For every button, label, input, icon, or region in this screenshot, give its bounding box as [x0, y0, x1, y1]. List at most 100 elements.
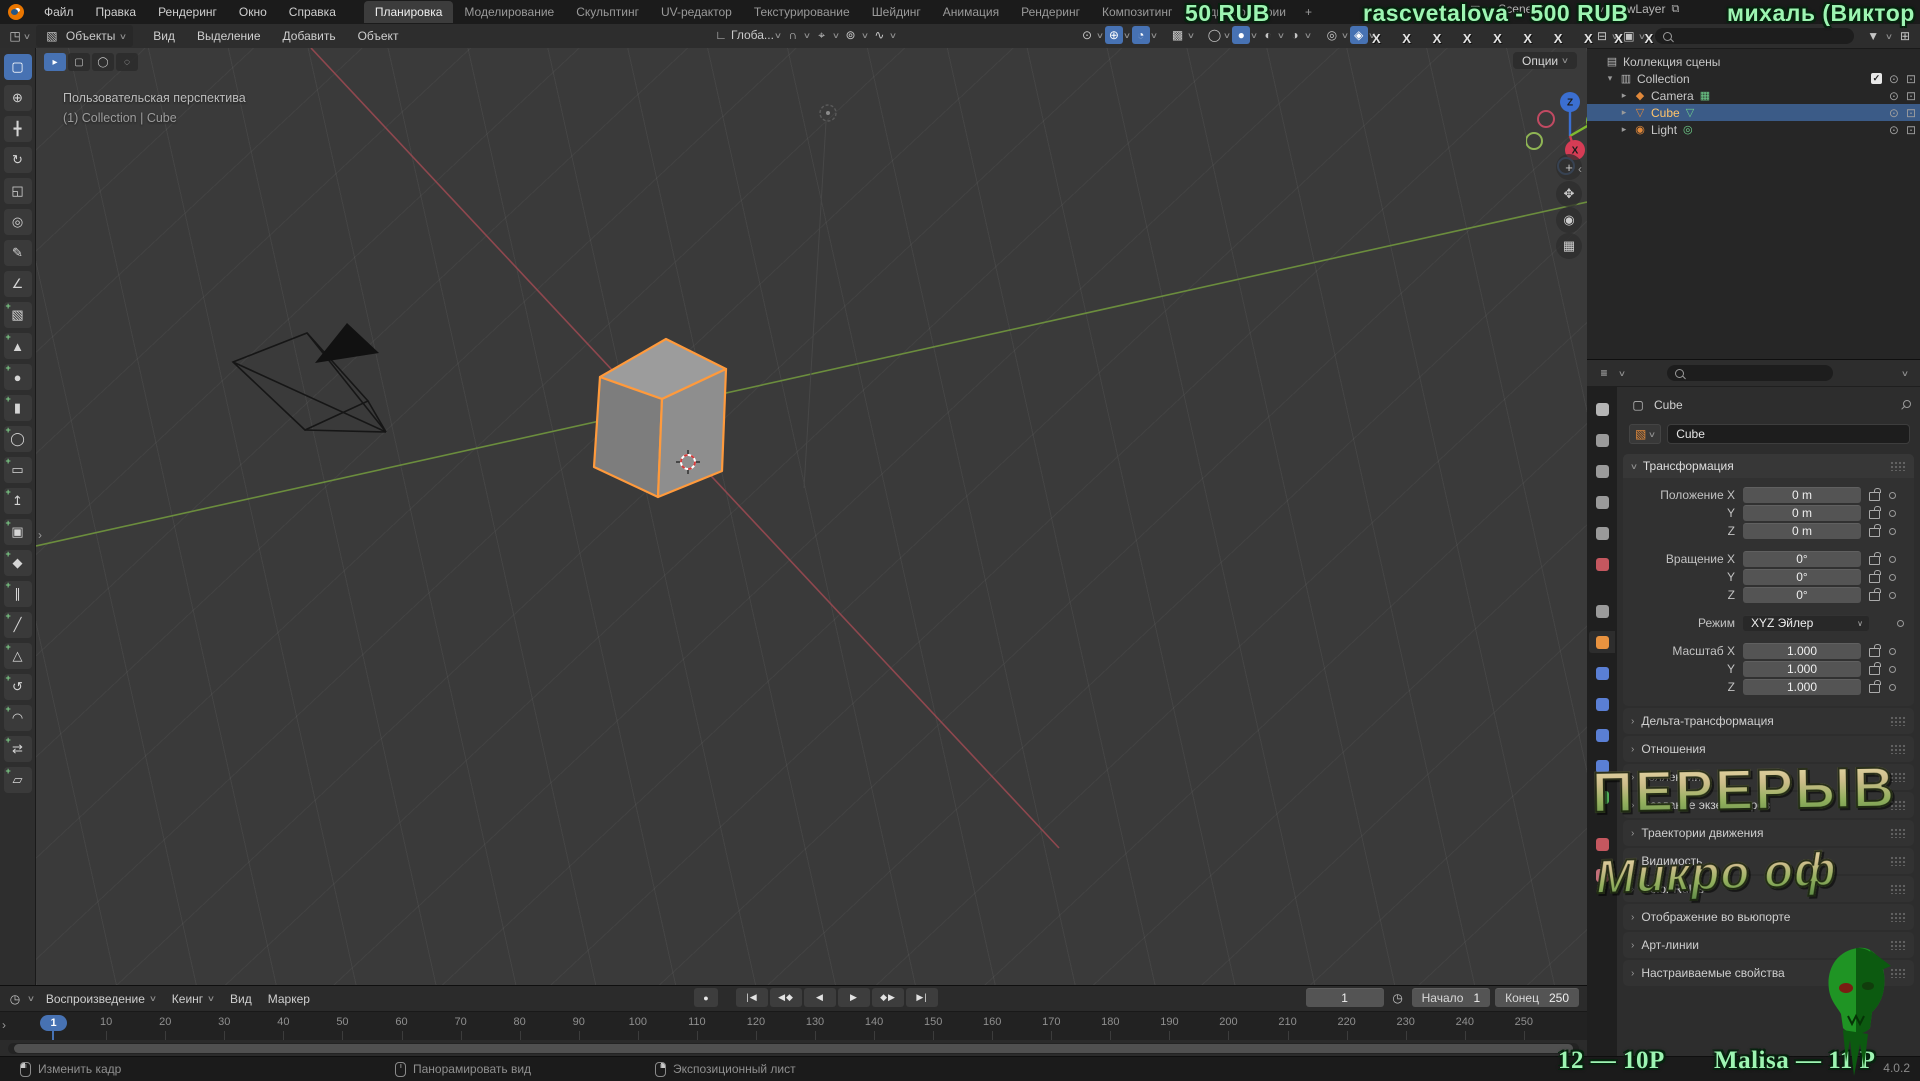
timeline-menu-item[interactable]: Маркер ∨ — [260, 989, 318, 1009]
current-frame-field[interactable]: 1 — [1306, 988, 1384, 1007]
transport-button[interactable]: |◀ — [736, 988, 768, 1007]
scene-canvas[interactable] — [36, 48, 1587, 985]
workspace-tab[interactable]: Анимация — [932, 1, 1010, 23]
frame-end-field[interactable]: Конец250 — [1495, 988, 1579, 1007]
properties-tab[interactable] — [1589, 522, 1615, 544]
viewport-3d[interactable]: ▸▢◯◌ Пользовательская перспектива (1) Co… — [36, 48, 1587, 985]
frame-start-field[interactable]: Начало1 — [1412, 988, 1491, 1007]
transform-panel-header[interactable]: ∨ Трансформация — [1623, 454, 1914, 478]
outliner-row[interactable]: ▸ ◉ Light ◎ ✓ ⊙ ⊡ — [1587, 121, 1920, 138]
pin-icon[interactable] — [1900, 400, 1910, 410]
properties-tab[interactable] — [1589, 460, 1615, 482]
value-field[interactable]: 0° — [1743, 551, 1861, 567]
header-toggle[interactable]: ● ∨ — [1232, 26, 1257, 44]
timeline-expand-arrow[interactable]: › — [2, 1018, 6, 1032]
workspace-tab[interactable]: UV-редактор — [650, 1, 743, 23]
expand-arrow-icon[interactable]: ▾ — [1605, 73, 1615, 84]
panel-grip-icon[interactable] — [1890, 968, 1906, 978]
panel-grip-icon[interactable] — [1890, 884, 1906, 894]
pan-button[interactable]: ✥ — [1556, 181, 1582, 207]
header-control[interactable]: ∟ Глоба... ∨ — [712, 26, 781, 44]
properties-tab[interactable] — [1589, 491, 1615, 513]
camera-object[interactable] — [233, 323, 386, 432]
panel-grip-icon[interactable] — [1890, 461, 1906, 471]
value-field[interactable]: 0° — [1743, 569, 1861, 585]
lock-icon[interactable] — [1869, 684, 1880, 693]
tool-button[interactable]: ∥ + — [4, 581, 32, 607]
collection-checkbox[interactable]: ✓ — [1871, 73, 1882, 84]
tool-button[interactable]: ◯ + — [4, 426, 32, 452]
header-control[interactable]: ∿ ∨ — [870, 26, 896, 44]
outliner-row[interactable]: ▤ Коллекция сцены ✓ ⊙ ⊡ — [1587, 53, 1920, 70]
panel-grip-icon[interactable] — [1890, 744, 1906, 754]
gizmo-axis-y-neg[interactable] — [1526, 133, 1542, 149]
workspace-tab[interactable]: Рендеринг — [1010, 1, 1091, 23]
panel-grip-icon[interactable] — [1890, 828, 1906, 838]
tool-button[interactable]: ∠ + — [4, 271, 32, 297]
header-toggle[interactable]: ⊙ ∨ — [1078, 26, 1103, 44]
lock-icon[interactable] — [1869, 592, 1880, 601]
timeline-menu-item[interactable]: Кеинг ∨ — [164, 989, 222, 1009]
menu-item[interactable]: Окно — [229, 2, 277, 22]
lock-icon[interactable] — [1869, 574, 1880, 583]
tool-button[interactable]: ╱ + — [4, 612, 32, 638]
properties-search-input[interactable] — [1667, 365, 1833, 381]
gizmo-axis-x-neg[interactable] — [1538, 111, 1554, 127]
value-field[interactable]: 0 m — [1743, 505, 1861, 521]
render-visibility-toggle[interactable]: ⊡ — [1906, 72, 1916, 86]
lock-icon[interactable] — [1869, 510, 1880, 519]
tool-button[interactable]: ▱ + — [4, 767, 32, 793]
transport-button[interactable]: ◀ — [804, 988, 836, 1007]
select-mode-button[interactable]: ◌ — [116, 53, 138, 71]
header-toggle[interactable]: ▩ ∨ — [1169, 26, 1194, 44]
properties-tab[interactable] — [1589, 693, 1615, 715]
header-toggle[interactable]: ◐ ∨ — [1259, 26, 1284, 44]
light-object[interactable] — [804, 105, 836, 488]
options-button[interactable]: Опции∨ — [1513, 52, 1577, 69]
workspace-tab[interactable]: Композитинг — [1091, 1, 1183, 23]
panel-grip-icon[interactable] — [1890, 940, 1906, 950]
tool-button[interactable]: ◱ + — [4, 178, 32, 204]
blender-logo-icon[interactable] — [8, 4, 24, 20]
lock-icon[interactable] — [1869, 556, 1880, 565]
properties-tab[interactable] — [1589, 724, 1615, 746]
header-toggle[interactable]: ◈ ∨ — [1350, 26, 1375, 44]
header-toggle[interactable]: ⊕ ∨ — [1105, 26, 1130, 44]
animate-dot[interactable] — [1889, 528, 1896, 535]
header-toggle[interactable]: ◑ ∨ — [1286, 26, 1311, 44]
tool-button[interactable]: ↺ + — [4, 674, 32, 700]
transport-button[interactable]: ▶| — [906, 988, 938, 1007]
toolbar-expand-arrow[interactable]: › — [38, 528, 42, 542]
value-field[interactable]: 0 m — [1743, 523, 1861, 539]
ortho-toggle-button[interactable]: ▦ — [1556, 233, 1582, 259]
animate-dot[interactable] — [1889, 648, 1896, 655]
camera-view-button[interactable]: ◉ — [1556, 207, 1582, 233]
timeline-menu-item[interactable]: Воспроизведение ∨ — [38, 989, 164, 1009]
menu-item[interactable]: Справка — [279, 2, 346, 22]
tool-button[interactable]: ▢ + — [4, 54, 32, 80]
new-collection-button[interactable]: ⊞ — [1896, 27, 1914, 45]
value-field[interactable]: 1.000 — [1743, 661, 1861, 677]
animate-dot[interactable] — [1889, 574, 1896, 581]
header-toggle[interactable]: ◔ ∨ — [1132, 26, 1157, 44]
expand-arrow-icon[interactable]: ▸ — [1619, 124, 1629, 135]
properties-tab[interactable] — [1589, 662, 1615, 684]
editor-type-icon[interactable]: ◳ — [6, 27, 24, 45]
animate-dot[interactable] — [1889, 556, 1896, 563]
properties-tab[interactable] — [1589, 600, 1615, 622]
expand-arrow-icon[interactable]: ▸ — [1619, 107, 1629, 118]
tool-button[interactable]: ● + — [4, 364, 32, 390]
stopwatch-icon[interactable]: ◷ — [1389, 989, 1407, 1007]
value-field[interactable]: XYZ Эйлер — [1743, 615, 1869, 631]
object-type-chip[interactable]: ▧∨ — [1629, 424, 1661, 444]
hide-eye-toggle[interactable]: ⊙ — [1889, 123, 1899, 137]
viewport-menu-item[interactable]: Вид — [143, 26, 185, 46]
animate-dot[interactable] — [1889, 666, 1896, 673]
tool-button[interactable]: ✎ + — [4, 240, 32, 266]
hide-eye-toggle[interactable]: ⊙ — [1889, 89, 1899, 103]
properties-tab[interactable] — [1589, 398, 1615, 420]
render-visibility-toggle[interactable]: ⊡ — [1906, 89, 1916, 103]
value-field[interactable]: 1.000 — [1743, 679, 1861, 695]
render-visibility-toggle[interactable]: ⊡ — [1906, 106, 1916, 120]
menu-item[interactable]: Файл — [34, 2, 84, 22]
